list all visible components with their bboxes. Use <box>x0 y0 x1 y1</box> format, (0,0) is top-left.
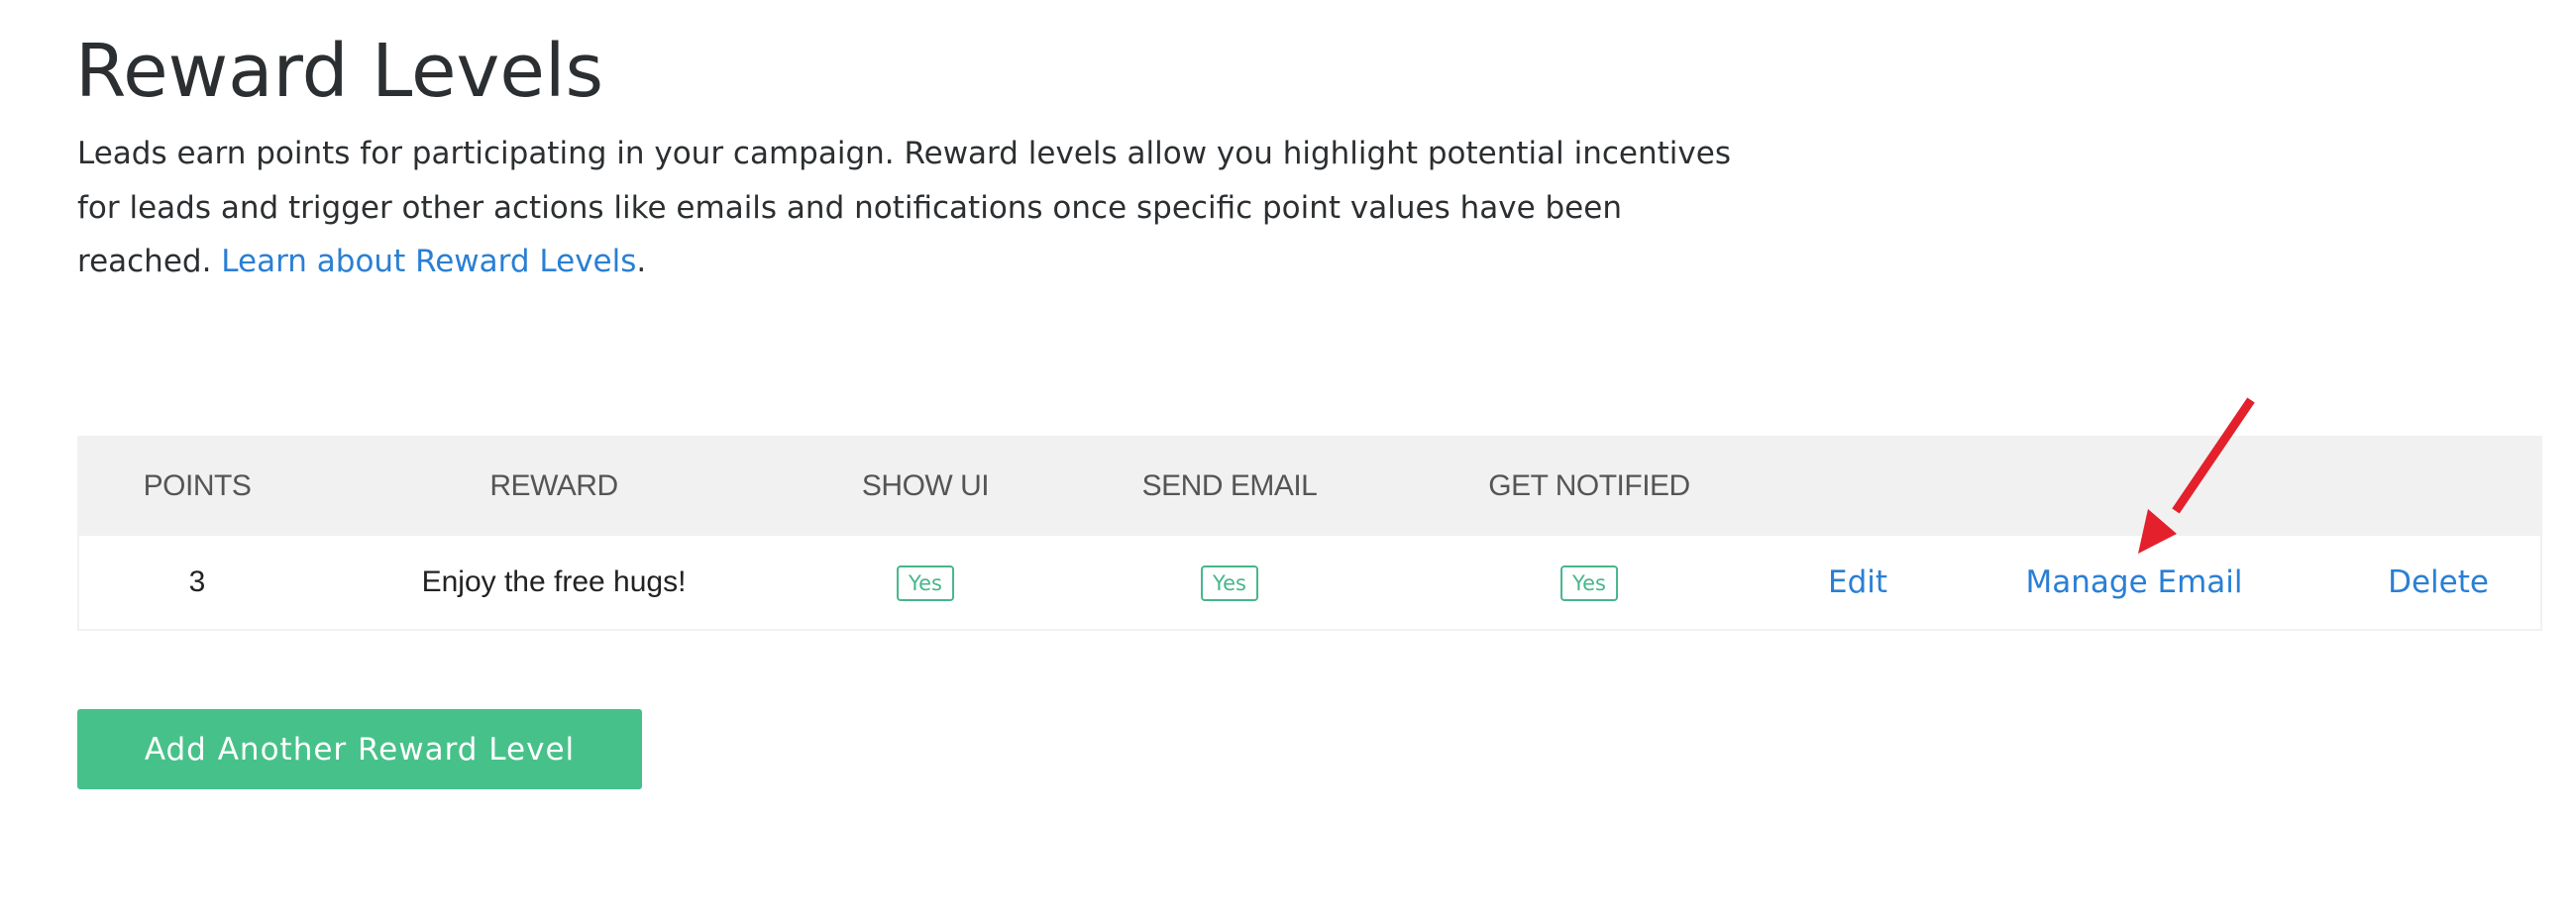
add-another-reward-level-button[interactable]: Add Another Reward Level <box>77 709 642 789</box>
send-email-badge: Yes <box>1201 565 1258 601</box>
delete-link[interactable]: Delete <box>2388 564 2489 600</box>
column-header-reward: REWARD <box>489 468 618 502</box>
show-ui-cell: Yes <box>897 536 954 629</box>
column-header-show-ui: SHOW UI <box>861 468 990 502</box>
column-header-send-email: SEND EMAIL <box>1141 468 1318 502</box>
page-description: Leads earn points for participating in y… <box>77 127 1742 289</box>
show-ui-badge: Yes <box>897 565 954 601</box>
table-header: POINTS REWARD SHOW UI SEND EMAIL GET NOT… <box>79 436 2540 536</box>
table-row: 3 Enjoy the free hugs! Yes Yes Yes Edit … <box>79 536 2540 629</box>
get-notified-cell: Yes <box>1560 536 1618 629</box>
learn-about-reward-levels-link[interactable]: Learn about Reward Levels <box>221 244 636 279</box>
reward-levels-table: POINTS REWARD SHOW UI SEND EMAIL GET NOT… <box>77 436 2542 631</box>
manage-email-link[interactable]: Manage Email <box>2026 564 2243 600</box>
send-email-cell: Yes <box>1201 536 1258 629</box>
column-header-points: POINTS <box>143 468 252 502</box>
get-notified-badge: Yes <box>1560 565 1618 601</box>
manage-email-cell: Manage Email <box>2026 536 2243 629</box>
description-trailing-period: . <box>636 244 647 279</box>
edit-cell: Edit <box>1828 536 1887 629</box>
edit-link[interactable]: Edit <box>1828 564 1887 600</box>
page-title: Reward Levels <box>75 29 603 114</box>
column-header-get-notified: GET NOTIFIED <box>1488 468 1690 502</box>
points-value: 3 <box>188 565 206 598</box>
delete-cell: Delete <box>2388 536 2489 629</box>
reward-value: Enjoy the free hugs! <box>421 565 687 598</box>
